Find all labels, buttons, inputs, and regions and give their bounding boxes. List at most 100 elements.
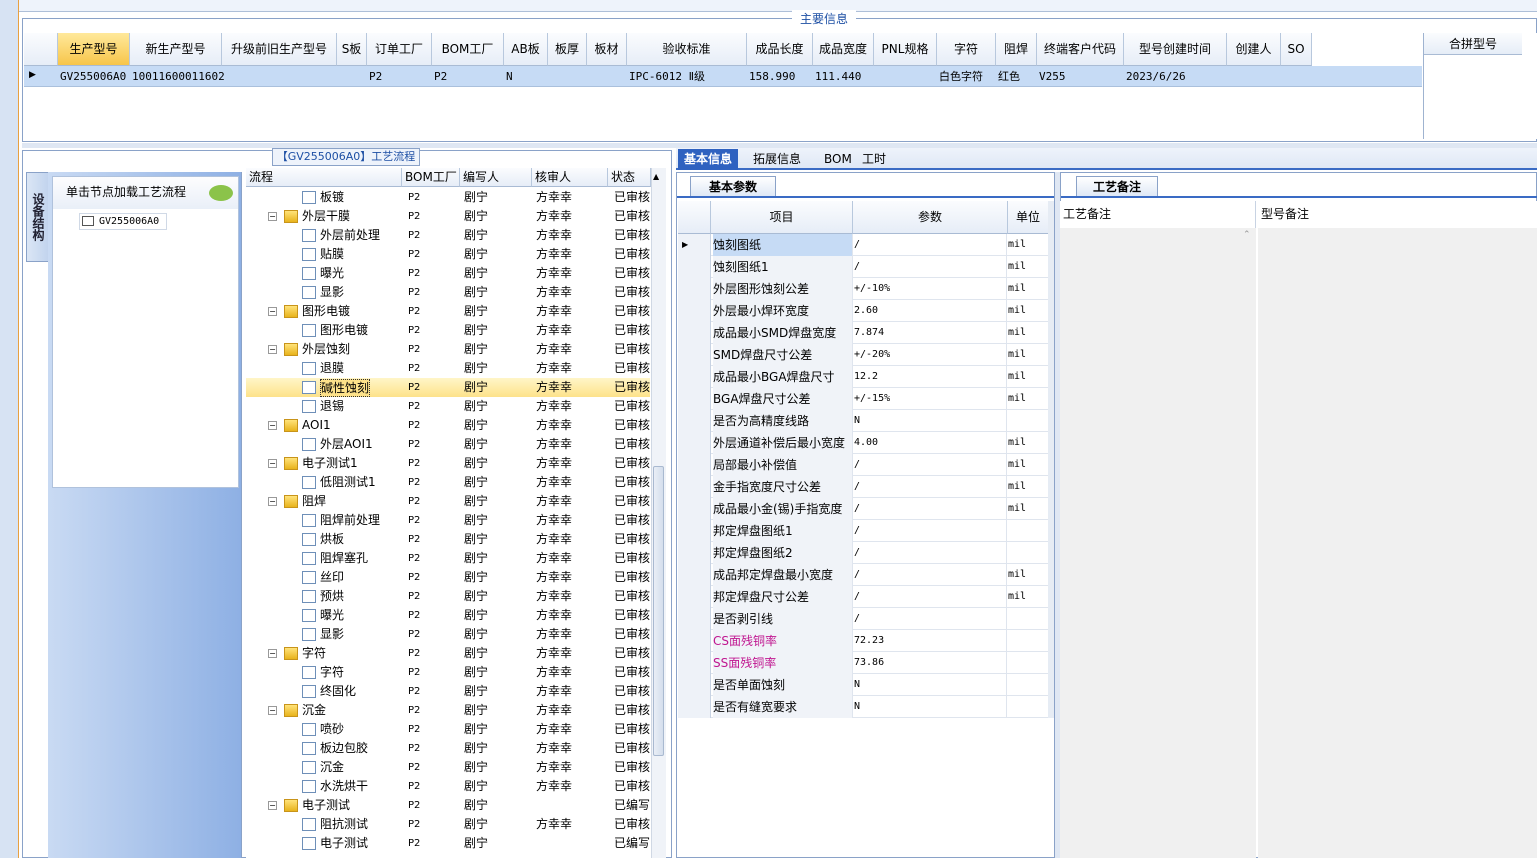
- grid-corner[interactable]: [24, 33, 58, 66]
- collapse-icon[interactable]: −: [268, 706, 277, 715]
- tree-col-header-4[interactable]: 状态: [608, 168, 651, 187]
- param-value[interactable]: 2.60: [854, 300, 878, 322]
- collapse-icon[interactable]: −: [268, 212, 277, 221]
- param-row[interactable]: 邦定焊盘图纸1/: [678, 520, 1050, 542]
- tree-col-header-2[interactable]: 编写人: [460, 168, 532, 187]
- row-indicator[interactable]: [678, 542, 711, 564]
- col-header-8[interactable]: 板材: [587, 33, 627, 66]
- row-indicator[interactable]: [678, 652, 711, 674]
- param-row[interactable]: 外层图形蚀刻公差 +/-10% mil: [678, 278, 1050, 300]
- process-tree-scroll-thumb[interactable]: [653, 466, 664, 756]
- param-row[interactable]: 蚀刻图纸1/ mil: [678, 256, 1050, 278]
- param-row[interactable]: 成品最小BGA焊盘尺寸 12.2 mil: [678, 366, 1050, 388]
- unit-cell[interactable]: [1006, 652, 1050, 674]
- tree-row[interactable]: 预烘 P2 剧宁 方幸幸 已审核: [246, 587, 650, 606]
- param-row[interactable]: 是否为高精度线路 N: [678, 410, 1050, 432]
- tree-col-header-3[interactable]: 核审人: [532, 168, 608, 187]
- col-header-13[interactable]: 字符: [937, 33, 996, 66]
- col-header-2[interactable]: 升级前旧生产型号: [222, 33, 337, 66]
- tree-row[interactable]: 烘板 P2 剧宁 方幸幸 已审核: [246, 530, 650, 549]
- detail-tab-2[interactable]: BOM: [818, 149, 858, 170]
- row-indicator[interactable]: [678, 432, 711, 454]
- cell-15[interactable]: V255: [1039, 66, 1066, 87]
- cell-5[interactable]: P2: [434, 66, 447, 87]
- col-header-14[interactable]: 阻焊: [996, 33, 1037, 66]
- col-header-17[interactable]: 创建人: [1227, 33, 1281, 66]
- param-value[interactable]: N: [854, 410, 860, 432]
- col-header-3[interactable]: S板: [337, 33, 367, 66]
- tree-row[interactable]: − 外层干膜 P2 剧宁 方幸幸 已审核: [246, 207, 650, 226]
- detail-tab-1[interactable]: 拓展信息: [747, 149, 807, 170]
- param-value[interactable]: +/-10%: [854, 278, 890, 300]
- tree-row[interactable]: 显影 P2 剧宁 方幸幸 已审核: [246, 283, 650, 302]
- tree-row[interactable]: 显影 P2 剧宁 方幸幸 已审核: [246, 625, 650, 644]
- col-header-4[interactable]: 订单工厂: [367, 33, 432, 66]
- col-header-7[interactable]: 板厚: [548, 33, 587, 66]
- row-indicator[interactable]: [678, 278, 711, 300]
- param-value[interactable]: 12.2: [854, 366, 878, 388]
- process-remark-textarea[interactable]: [1060, 228, 1256, 858]
- cell-0[interactable]: GV255006A0: [60, 66, 126, 87]
- param-row[interactable]: 成品最小SMD焊盘宽度 7.874 mil: [678, 322, 1050, 344]
- tree-row[interactable]: 曝光 P2 剧宁 方幸幸 已审核: [246, 264, 650, 283]
- collapse-icon[interactable]: −: [268, 421, 277, 430]
- row-indicator[interactable]: [678, 476, 711, 498]
- tree-row[interactable]: − 电子测试1 P2 剧宁 方幸幸 已审核: [246, 454, 650, 473]
- tree-row[interactable]: 贴膜 P2 剧宁 方幸幸 已审核: [246, 245, 650, 264]
- cell-13[interactable]: 白色字符: [939, 66, 983, 87]
- equipment-structure-tab[interactable]: 设备结构: [26, 172, 48, 262]
- row-indicator[interactable]: [678, 630, 711, 652]
- param-row[interactable]: SS面残铜率 73.86: [678, 652, 1050, 674]
- param-value[interactable]: /: [854, 234, 860, 256]
- tree-row[interactable]: − 阻焊 P2 剧宁 方幸幸 已审核: [246, 492, 650, 511]
- nav-node-model[interactable]: GV255006A0: [79, 213, 167, 230]
- param-value[interactable]: /: [854, 520, 860, 542]
- params-scrollbar[interactable]: [1048, 201, 1054, 718]
- cell-14[interactable]: 红色: [998, 66, 1020, 87]
- param-value[interactable]: /: [854, 608, 860, 630]
- collapse-icon[interactable]: −: [268, 497, 277, 506]
- unit-cell[interactable]: [1006, 520, 1050, 542]
- row-indicator[interactable]: [678, 454, 711, 476]
- params-grid-corner[interactable]: [678, 201, 711, 234]
- tree-row[interactable]: 退锡 P2 剧宁 方幸幸 已审核: [246, 397, 650, 416]
- tree-row[interactable]: 碱性蚀刻 P2 剧宁 方幸幸 已审核: [246, 378, 650, 397]
- detail-tab-3[interactable]: 工时: [856, 149, 892, 170]
- row-indicator[interactable]: [678, 696, 711, 718]
- param-row[interactable]: ▶ 蚀刻图纸 / mil: [678, 234, 1050, 256]
- cell-9[interactable]: IPC-6012 Ⅱ级: [629, 66, 705, 87]
- param-value[interactable]: /: [854, 454, 860, 476]
- col-header-9[interactable]: 验收标准: [627, 33, 747, 66]
- tree-row[interactable]: 字符 P2 剧宁 方幸幸 已审核: [246, 663, 650, 682]
- tree-row[interactable]: − 电子测试 P2 剧宁 已编写: [246, 796, 650, 815]
- col-header-12[interactable]: PNL规格: [874, 33, 937, 66]
- row-indicator[interactable]: [678, 498, 711, 520]
- collapse-icon[interactable]: −: [268, 345, 277, 354]
- param-col-header-1[interactable]: 参数: [853, 201, 1008, 234]
- tree-row[interactable]: 喷砂 P2 剧宁 方幸幸 已审核: [246, 720, 650, 739]
- tree-row[interactable]: 丝印 P2 剧宁 方幸幸 已审核: [246, 568, 650, 587]
- row-indicator[interactable]: [678, 322, 711, 344]
- row-indicator[interactable]: [678, 674, 711, 696]
- cell-1[interactable]: 10011600011602: [132, 66, 225, 87]
- param-value[interactable]: 72.23: [854, 630, 884, 652]
- param-row[interactable]: 成品最小金(锡)手指宽度 / mil: [678, 498, 1050, 520]
- tree-row[interactable]: 外层AOI1 P2 剧宁 方幸幸 已审核: [246, 435, 650, 454]
- col-header-10[interactable]: 成品长度: [747, 33, 813, 66]
- row-indicator[interactable]: [678, 586, 711, 608]
- param-value[interactable]: 73.86: [854, 652, 884, 674]
- tree-row[interactable]: 终固化 P2 剧宁 方幸幸 已审核: [246, 682, 650, 701]
- param-row[interactable]: 成品邦定焊盘最小宽度 / mil: [678, 564, 1050, 586]
- col-header-5[interactable]: BOM工厂: [432, 33, 504, 66]
- row-indicator[interactable]: [678, 564, 711, 586]
- remarks-tab[interactable]: 工艺备注: [1076, 176, 1158, 197]
- param-value[interactable]: N: [854, 674, 860, 696]
- param-value[interactable]: /: [854, 542, 860, 564]
- tree-row[interactable]: 阻焊前处理 P2 剧宁 方幸幸 已审核: [246, 511, 650, 530]
- tree-row[interactable]: 水洗烘干 P2 剧宁 方幸幸 已审核: [246, 777, 650, 796]
- unit-cell[interactable]: [1006, 696, 1050, 718]
- param-value[interactable]: +/-20%: [854, 344, 890, 366]
- tree-row[interactable]: 低阻测试1 P2 剧宁 方幸幸 已审核: [246, 473, 650, 492]
- cell-6[interactable]: N: [506, 66, 513, 87]
- process-remark-scrollbar[interactable]: [1241, 228, 1256, 858]
